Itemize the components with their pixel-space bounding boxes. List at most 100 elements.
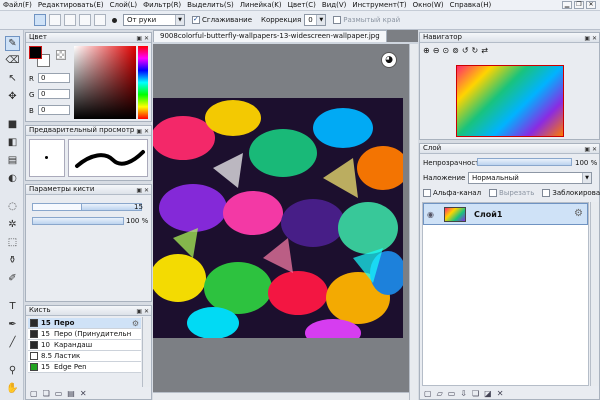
blend-mode-select[interactable]: Нормальный ▼ <box>468 172 592 184</box>
brush-row[interactable]: 15 Перо ⚙ <box>28 318 141 329</box>
transparent-color-icon[interactable] <box>56 50 66 60</box>
rotate-right-icon[interactable]: ↻ <box>472 46 479 55</box>
document-horizontal-scrollbar[interactable] <box>153 392 409 400</box>
new-layer-icon[interactable]: ▢ <box>424 389 432 398</box>
alpha-channel-toggle[interactable]: Альфа-канал <box>423 189 481 197</box>
canvas-image[interactable] <box>153 98 403 338</box>
brush-size-slider[interactable] <box>32 203 142 211</box>
pen-nib-icon[interactable]: ✒ <box>5 318 20 333</box>
saturation-value-picker[interactable] <box>74 46 136 119</box>
blur-tool-icon[interactable]: ◐ <box>5 172 20 187</box>
minimize-icon[interactable]: ▁ <box>562 1 572 9</box>
zoom-actual-icon[interactable]: ⊚ <box>452 46 459 55</box>
fill-tool-icon[interactable]: ◧ <box>5 136 20 151</box>
merge-layer-icon[interactable]: ⇩ <box>460 389 467 398</box>
document-tab[interactable]: 9008colorful-butterfly-wallpapers-13-wid… <box>153 30 387 42</box>
bucket-icon[interactable]: ⚱ <box>5 254 20 269</box>
antialias-toggle[interactable]: Сглаживание <box>192 15 252 24</box>
curve-icon[interactable] <box>64 14 76 26</box>
menu-item[interactable]: Справка(H) <box>447 1 495 9</box>
eyedropper-icon[interactable]: ⚲ <box>5 364 20 379</box>
save-brush-icon[interactable]: ▤ <box>67 389 75 398</box>
menu-item[interactable]: Цвет(C) <box>285 1 319 9</box>
magic-wand-icon[interactable]: ✲ <box>5 218 20 233</box>
navigator-thumbnail[interactable] <box>456 65 564 137</box>
panel-buttons-icon[interactable]: ▣ ✕ <box>136 34 149 42</box>
brush-row[interactable]: 15 Edge Pen <box>28 362 141 373</box>
delete-brush-icon[interactable]: ✕ <box>80 389 87 398</box>
pointer-tool-icon[interactable]: ↖ <box>5 72 20 87</box>
brush-row[interactable]: 10 Карандаш <box>28 340 141 351</box>
brush-icon[interactable]: ✐ <box>5 272 20 287</box>
blur-edge-toggle[interactable]: Размытый край <box>333 16 400 24</box>
zoom-fit-icon[interactable]: ⊙ <box>442 46 449 55</box>
brush-settings-gear-icon[interactable]: ⚙ <box>132 319 141 328</box>
panel-buttons-icon[interactable]: ▣ ✕ <box>136 307 149 315</box>
hand-tool-icon[interactable]: ✋ <box>5 382 20 397</box>
panel-buttons-icon[interactable]: ▣ ✕ <box>136 127 149 135</box>
b-input[interactable]: 0 <box>38 105 70 115</box>
document-vertical-scrollbar[interactable] <box>409 44 418 400</box>
correction-select[interactable]: 0 ▼ <box>304 14 327 26</box>
g-input[interactable]: 0 <box>38 89 70 99</box>
lasso-tool-icon[interactable]: ◌ <box>5 200 20 215</box>
alpha-channel-checkbox[interactable] <box>423 189 431 197</box>
duplicate-brush-icon[interactable]: ❏ <box>43 389 50 398</box>
menu-item[interactable]: Слой(L) <box>107 1 141 9</box>
r-input[interactable]: 0 <box>38 73 70 83</box>
menu-item[interactable]: Файл(F) <box>0 1 35 9</box>
stroke-mode-select[interactable]: От руки ▼ <box>123 14 185 26</box>
menu-item[interactable]: Вид(V) <box>319 1 349 9</box>
rotate-left-icon[interactable]: ↺ <box>462 46 469 55</box>
clip-checkbox[interactable] <box>489 189 498 197</box>
layer-settings-gear-icon[interactable]: ⚙ <box>574 208 583 219</box>
zoom-out-icon[interactable]: ⊖ <box>433 46 440 55</box>
folder-icon[interactable]: ▭ <box>55 389 63 398</box>
zoom-in-icon[interactable]: ⊕ <box>423 46 430 55</box>
duplicate-layer-icon[interactable]: ❏ <box>472 389 479 398</box>
text-tool-icon[interactable]: T <box>5 300 20 315</box>
gradient-tool-icon[interactable]: ▤ <box>5 154 20 169</box>
layer-folder-icon[interactable]: ▭ <box>448 389 456 398</box>
antialias-checkbox[interactable] <box>192 15 200 24</box>
restore-icon[interactable]: ❐ <box>574 1 584 9</box>
panel-buttons-icon[interactable]: ▣ ✕ <box>584 34 597 42</box>
hue-slider[interactable] <box>138 46 148 119</box>
rectangle-tool-icon[interactable]: ■ <box>5 118 20 133</box>
polyline-icon[interactable] <box>79 14 91 26</box>
menu-item[interactable]: Инструмент(T) <box>349 1 409 9</box>
shape-icon[interactable] <box>94 14 106 26</box>
move-tool-icon[interactable]: ✥ <box>5 90 20 105</box>
lock-toggle[interactable]: Заблокировать <box>542 189 600 197</box>
menu-item[interactable]: Редактировать(E) <box>35 1 107 9</box>
foreground-color-front[interactable] <box>29 46 42 59</box>
flip-icon[interactable]: ⇄ <box>481 46 488 55</box>
select-rect-icon[interactable]: ⬚ <box>5 236 20 251</box>
layer-row[interactable]: ◉ Слой1 ⚙ <box>423 203 588 225</box>
eye-icon[interactable]: ◉ <box>427 210 434 219</box>
delete-layer-icon[interactable]: ✕ <box>497 389 504 398</box>
point-icon[interactable] <box>112 17 117 23</box>
brush-list-scrollbar[interactable] <box>142 317 151 387</box>
mask-icon[interactable]: ◪ <box>484 389 492 398</box>
pen-tool-icon[interactable]: ✎ <box>5 36 20 51</box>
eraser-tool-icon[interactable]: ⌫ <box>5 54 20 69</box>
line-tool-icon[interactable]: ╱ <box>5 336 20 351</box>
brush-row[interactable]: 15 Перо (Принудительн <box>28 329 141 340</box>
new-brush-icon[interactable]: ▢ <box>30 389 38 398</box>
lock-checkbox[interactable] <box>542 189 551 197</box>
layer-opacity-slider[interactable] <box>477 158 572 166</box>
brush-mode-icon[interactable] <box>34 14 46 26</box>
blur-edge-checkbox[interactable] <box>333 16 342 24</box>
menu-item[interactable]: Выделить(S) <box>184 1 237 9</box>
brush-row[interactable]: 8.5 Ластик <box>28 351 141 362</box>
panel-buttons-icon[interactable]: ▣ ✕ <box>584 145 597 153</box>
new-vector-layer-icon[interactable]: ▱ <box>437 389 443 398</box>
straight-line-icon[interactable] <box>49 14 61 26</box>
menu-item[interactable]: Фильтр(R) <box>140 1 184 9</box>
layer-list-scrollbar[interactable] <box>590 202 599 386</box>
clip-toggle[interactable]: Вырезать <box>489 189 534 197</box>
panel-buttons-icon[interactable]: ▣ ✕ <box>136 186 149 194</box>
menu-item[interactable]: Окно(W) <box>410 1 447 9</box>
menu-item[interactable]: Линейка(K) <box>237 1 285 9</box>
